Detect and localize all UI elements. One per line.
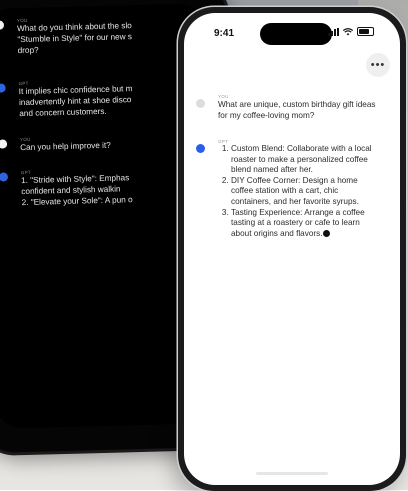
back-message-4: GPT 1. "Stride with Style": Emphas confi…: [21, 167, 133, 208]
list-item: Tasting Experience: Arrange a coffee tas…: [231, 208, 376, 240]
home-indicator: [256, 472, 328, 475]
list-item: Custom Blend: Collaborate with a local r…: [231, 144, 376, 176]
back-message-1: YOU What do you think about the slo "Stu…: [17, 15, 133, 56]
dynamic-island: [260, 23, 332, 45]
battery-icon: [357, 27, 374, 36]
user-avatar-dot: [196, 99, 205, 108]
gpt-avatar-dot: [0, 83, 6, 93]
message-line: Can you help improve it?: [20, 140, 111, 153]
user-message-text: What are unique, custom birthday gift id…: [218, 100, 376, 120]
user-avatar-dot: [0, 139, 8, 149]
more-icon: •••: [370, 59, 386, 71]
gpt-idea-list: Custom Blend: Collaborate with a local r…: [218, 144, 376, 239]
front-phone: 9:41 ••• YOU What are unique, custom bir…: [178, 7, 406, 491]
status-icons: [328, 27, 374, 36]
more-options-button[interactable]: •••: [366, 53, 390, 77]
list-item: DIY Coffee Corner: Design a home coffee …: [231, 176, 376, 208]
back-message-2: GPT It implies chic confidence but m ina…: [18, 78, 133, 119]
wifi-icon: [343, 27, 353, 35]
user-avatar-dot: [0, 20, 5, 30]
back-message-3: YOU Can you help improve it?: [20, 135, 111, 153]
user-message: YOU What are unique, custom birthday gif…: [218, 94, 378, 121]
status-time: 9:41: [214, 28, 235, 39]
message-line: drop?: [17, 45, 39, 56]
gpt-message: GPT Custom Blend: Collaborate with a loc…: [218, 139, 376, 239]
front-phone-screen: 9:41 ••• YOU What are unique, custom bir…: [184, 13, 400, 485]
typing-cursor: [323, 230, 331, 238]
signal-icon: [328, 27, 339, 36]
gpt-avatar-dot: [0, 172, 9, 182]
message-line: and concern customers.: [19, 106, 107, 119]
gpt-avatar-dot: [196, 144, 205, 153]
message-line: 2. "Elevate your Sole": A pun o: [21, 195, 133, 208]
